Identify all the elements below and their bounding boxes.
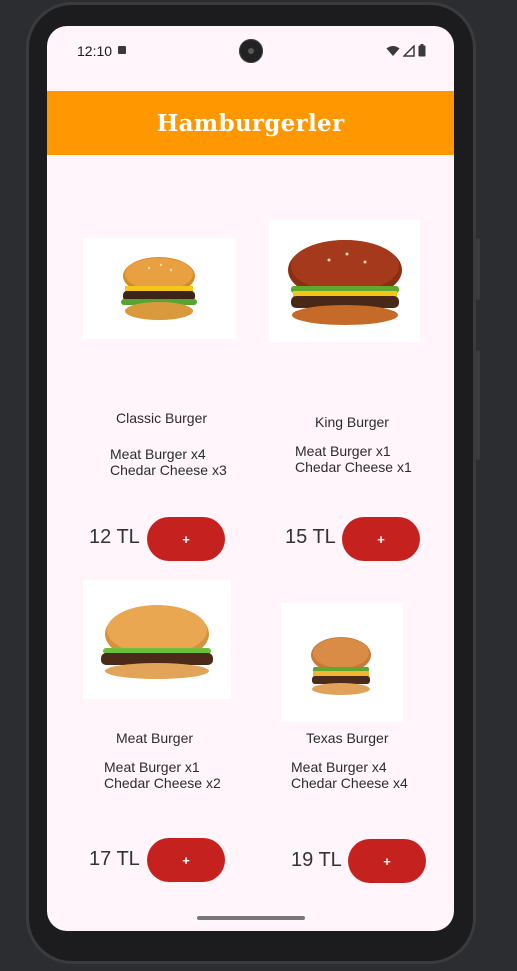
add-to-cart-button[interactable]: + (147, 838, 225, 882)
product-desc-line1: Meat Burger x1 (104, 759, 200, 775)
product-name: Classic Burger (116, 410, 208, 426)
add-to-cart-button[interactable]: + (147, 517, 225, 561)
product-price: 17 TL (89, 848, 140, 870)
app-screen: 12:10 Hamburgerler Classic Burger Meat B… (47, 26, 454, 931)
burger-image (311, 637, 371, 695)
product-image-texas-burger (281, 603, 403, 722)
add-to-cart-button[interactable]: + (342, 517, 420, 561)
product-desc-line2: Chedar Cheese x3 (110, 462, 227, 478)
front-camera (239, 39, 263, 63)
wifi-icon (386, 45, 400, 56)
product-price: 12 TL (89, 526, 140, 548)
product-name: Meat Burger (116, 730, 194, 746)
signal-icon (403, 44, 415, 57)
app-header: Hamburgerler (47, 91, 454, 155)
status-icons (386, 44, 426, 57)
product-image-meat-burger (83, 580, 231, 699)
volume-button (476, 350, 480, 460)
product-desc-line2: Chedar Cheese x2 (104, 775, 221, 791)
product-image-king-burger (269, 220, 420, 342)
status-time: 12:10 (77, 43, 113, 59)
burger-image (101, 605, 213, 679)
status-bar: 12:10 (47, 26, 454, 76)
notification-a-icon (118, 46, 126, 54)
burger-image (288, 240, 402, 325)
product-desc-line2: Chedar Cheese x1 (295, 459, 412, 475)
battery-icon (418, 44, 426, 57)
product-price: 15 TL (285, 526, 336, 548)
product-desc-line1: Meat Burger x1 (295, 443, 391, 459)
page-title: Hamburgerler (156, 109, 345, 137)
product-price: 19 TL (291, 849, 342, 871)
product-desc-line1: Meat Burger x4 (291, 759, 387, 775)
burger-image (121, 257, 197, 320)
product-name: King Burger (315, 414, 389, 430)
home-indicator[interactable] (197, 916, 305, 920)
product-desc-line1: Meat Burger x4 (110, 446, 206, 462)
power-button (476, 238, 480, 300)
product-desc-line2: Chedar Cheese x4 (291, 775, 408, 791)
product-name: Texas Burger (306, 730, 389, 746)
product-image-classic-burger (83, 238, 236, 339)
add-to-cart-button[interactable]: + (348, 839, 426, 883)
